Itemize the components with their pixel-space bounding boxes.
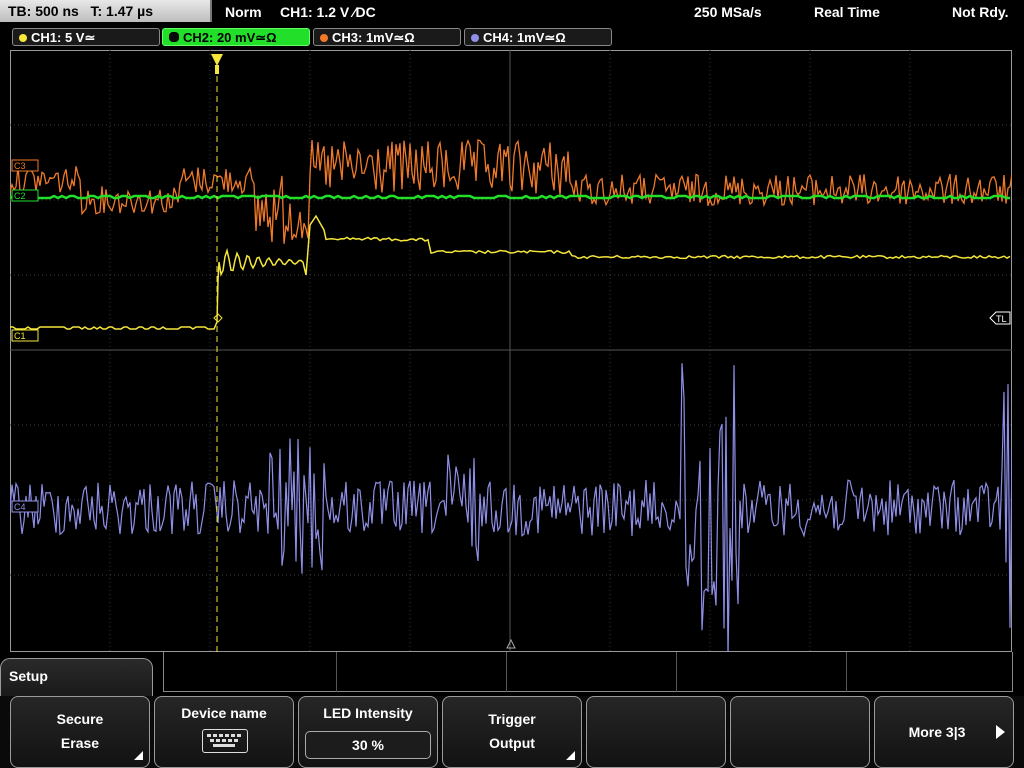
channel-2-dot-icon <box>169 32 179 42</box>
channel-3-tab[interactable]: CH3: 1mV≃Ω <box>313 28 461 46</box>
channel-bar: CH1: 5 V≃ CH2: 20 mV≃Ω CH3: 1mV≃Ω CH4: 1… <box>0 26 1024 48</box>
acquisition-status: Not Rdy. <box>952 4 1009 20</box>
sample-rate: 250 MSa/s <box>694 4 762 20</box>
more-label: More 3|3 <box>908 724 966 740</box>
more-softkey[interactable]: More 3|3 <box>874 696 1014 768</box>
device-name-softkey[interactable]: Device name <box>154 696 294 768</box>
timebase-readout: TB: 500 ns <box>8 3 79 19</box>
keyboard-icon <box>202 729 248 753</box>
softkey-bar: Secure Erase Device name LED Intensity 3… <box>0 696 1024 768</box>
submenu-corner-icon <box>566 751 575 760</box>
led-intensity-value[interactable]: 30 % <box>305 731 431 759</box>
svg-text:C3: C3 <box>14 161 26 171</box>
channel-4-tab[interactable]: CH4: 1mV≃Ω <box>464 28 612 46</box>
channel-4-dot-icon <box>471 34 479 42</box>
led-intensity-softkey[interactable]: LED Intensity 30 % <box>298 696 438 768</box>
secure-erase-label-1: Secure <box>56 711 104 727</box>
channel-1-tab[interactable]: CH1: 5 V≃ <box>12 28 160 46</box>
svg-text:C1: C1 <box>14 331 26 341</box>
trigger-output-label-2: Output <box>489 735 535 751</box>
channel-2-label: CH2: 20 mV≃Ω <box>183 30 277 45</box>
right-arrow-icon <box>996 725 1005 739</box>
device-name-label: Device name <box>181 705 267 721</box>
channel-3-dot-icon <box>320 34 328 42</box>
secure-erase-label-2: Erase <box>60 735 100 751</box>
trigger-output-softkey[interactable]: Trigger Output <box>442 696 582 768</box>
menu-title-tab: Setup <box>0 658 153 696</box>
channel-1-dot-icon <box>19 34 27 42</box>
status-bar: TB: 500 ns T: 1.47 µs Norm CH1: 1.2 V ∕D… <box>0 0 1024 24</box>
channel-4-marker[interactable]: C4 <box>11 500 39 513</box>
measurement-strip <box>163 652 1013 692</box>
svg-text:TL: TL <box>996 314 1007 324</box>
trigger-time-readout: T: 1.47 µs <box>90 3 154 19</box>
menu-title: Setup <box>9 668 48 684</box>
channel-3-label: CH3: 1mV≃Ω <box>332 30 415 45</box>
trigger-output-label-1: Trigger <box>488 711 536 727</box>
svg-text:C4: C4 <box>14 502 26 512</box>
led-intensity-label: LED Intensity <box>323 705 413 721</box>
channel-2-tab[interactable]: CH2: 20 mV≃Ω <box>162 28 310 46</box>
channel-1-label: CH1: 5 V≃ <box>31 30 96 45</box>
svg-text:C2: C2 <box>14 191 26 201</box>
trigger-mode[interactable]: Norm <box>225 0 262 24</box>
trigger-setting[interactable]: CH1: 1.2 V ∕DC <box>280 0 376 24</box>
acquisition-mode: Real Time <box>814 4 880 20</box>
secure-erase-softkey[interactable]: Secure Erase <box>10 696 150 768</box>
channel-1-marker[interactable]: C1 <box>11 329 39 342</box>
waveform-display[interactable]: C3 C2 C1 C4 TL <box>10 50 1012 652</box>
trigger-position-stem <box>215 65 219 74</box>
submenu-corner-icon <box>134 751 143 760</box>
channel-3-marker[interactable]: C3 <box>11 159 39 172</box>
timebase-box[interactable]: TB: 500 ns T: 1.47 µs <box>0 0 212 22</box>
empty-softkey-6[interactable] <box>730 696 870 768</box>
channel-2-marker[interactable]: C2 <box>11 189 39 202</box>
empty-softkey-5[interactable] <box>586 696 726 768</box>
channel-4-label: CH4: 1mV≃Ω <box>483 30 566 45</box>
